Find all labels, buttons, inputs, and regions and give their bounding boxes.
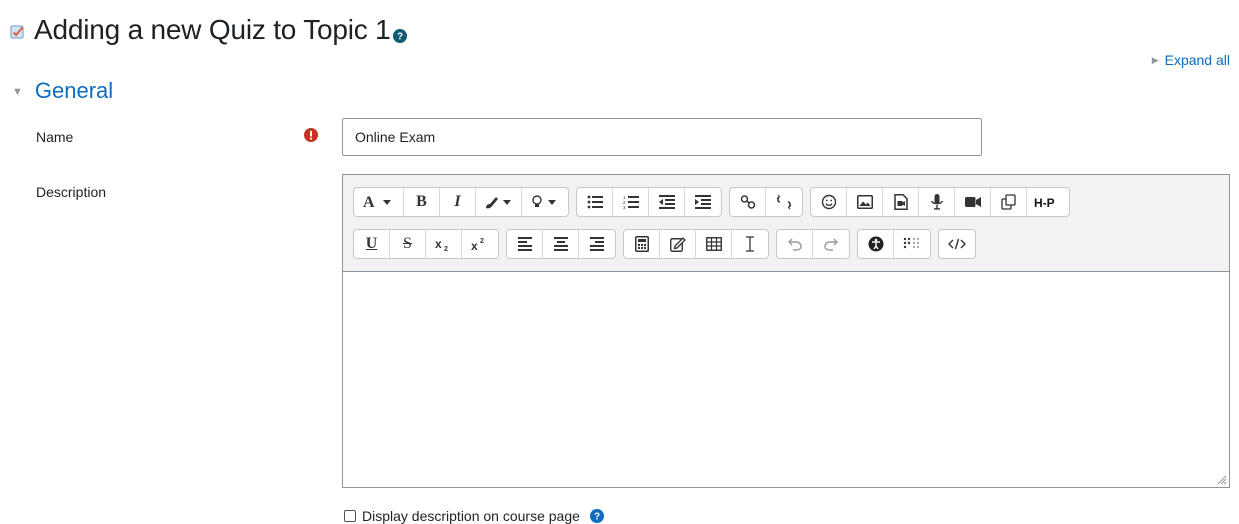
toolbar-group-align	[506, 229, 616, 259]
clear-formatting-button[interactable]	[732, 230, 768, 258]
link-button[interactable]	[730, 188, 766, 216]
quiz-icon	[10, 25, 24, 39]
toolbar-group-source	[938, 229, 976, 259]
toolbar-group-tools	[623, 229, 769, 259]
record-audio-button[interactable]	[919, 188, 955, 216]
h5p-button[interactable]: H-P	[1027, 188, 1069, 216]
name-input[interactable]	[342, 118, 982, 156]
toolbar-group-history	[776, 229, 850, 259]
display-description-label[interactable]: Display description on course page	[362, 508, 580, 524]
svg-text:H-P: H-P	[1034, 196, 1055, 209]
text-color-button[interactable]	[476, 188, 522, 216]
svg-text:A: A	[363, 194, 375, 210]
accessibility-checker-button[interactable]	[858, 230, 894, 258]
help-icon[interactable]: ?	[392, 29, 407, 43]
description-editor: A B I 123 H-P U S x 2 x 2	[342, 174, 1230, 488]
expand-triangle-icon: ▶	[1151, 54, 1159, 65]
redo-button[interactable]	[813, 230, 849, 258]
display-description-row: Display description on course page ?	[344, 508, 604, 524]
expand-all-label: Expand all	[1164, 52, 1230, 68]
font-size-button[interactable]: A	[354, 188, 404, 216]
undo-button[interactable]	[777, 230, 813, 258]
page-header: Adding a new Quiz to Topic 1 ?	[10, 10, 407, 50]
underline-button[interactable]: U	[354, 230, 390, 258]
ordered-list-button[interactable]: 123	[613, 188, 649, 216]
page-title: Adding a new Quiz to Topic 1	[34, 14, 391, 45]
editor-toolbar: A B I 123 H-P U S x 2 x 2	[343, 175, 1229, 272]
required-icon	[304, 128, 318, 142]
align-center-button[interactable]	[543, 230, 579, 258]
manage-files-button[interactable]	[991, 188, 1027, 216]
svg-text:2: 2	[444, 246, 448, 251]
toolbar-group-style: A B I	[353, 187, 569, 217]
equation-button[interactable]	[624, 230, 660, 258]
unlink-button[interactable]	[766, 188, 802, 216]
character-map-button[interactable]	[660, 230, 696, 258]
indent-button[interactable]	[685, 188, 721, 216]
toolbar-group-links	[729, 187, 803, 217]
svg-text:?: ?	[397, 32, 403, 43]
section-toggle-general[interactable]: ▼ General	[12, 78, 113, 104]
description-label: Description	[36, 184, 107, 200]
svg-text:x: x	[435, 237, 442, 251]
caret-down-icon: ▼	[12, 86, 23, 98]
table-button[interactable]	[696, 230, 732, 258]
expand-all-link[interactable]: ▶ Expand all	[1152, 52, 1230, 68]
italic-button[interactable]: I	[440, 188, 476, 216]
svg-text:3: 3	[623, 205, 626, 209]
record-video-button[interactable]	[955, 188, 991, 216]
unordered-list-button[interactable]	[577, 188, 613, 216]
media-button[interactable]	[883, 188, 919, 216]
bold-button[interactable]: B	[404, 188, 440, 216]
superscript-button[interactable]: x2	[462, 230, 498, 258]
resize-handle-icon[interactable]	[1215, 473, 1227, 485]
image-button[interactable]	[847, 188, 883, 216]
svg-text:?: ?	[594, 512, 600, 523]
help-icon[interactable]: ?	[589, 509, 604, 523]
align-right-button[interactable]	[579, 230, 615, 258]
highlight-button[interactable]	[522, 188, 568, 216]
emoji-button[interactable]	[811, 188, 847, 216]
subscript-button[interactable]: x2	[426, 230, 462, 258]
toolbar-group-format: U S x2 x2	[353, 229, 499, 259]
toolbar-group-lists: 123	[576, 187, 722, 217]
screenreader-helper-button[interactable]	[894, 230, 930, 258]
svg-text:2: 2	[480, 238, 484, 245]
display-description-checkbox[interactable]	[344, 510, 356, 522]
description-editable-area[interactable]	[343, 272, 1229, 487]
align-left-button[interactable]	[507, 230, 543, 258]
toolbar-group-accessibility	[857, 229, 931, 259]
toolbar-group-insert: H-P	[810, 187, 1070, 217]
section-title: General	[34, 78, 114, 103]
strikethrough-button[interactable]: S	[390, 230, 426, 258]
svg-text:x: x	[471, 239, 478, 251]
outdent-button[interactable]	[649, 188, 685, 216]
name-label: Name	[36, 129, 74, 145]
html-source-button[interactable]	[939, 230, 975, 258]
